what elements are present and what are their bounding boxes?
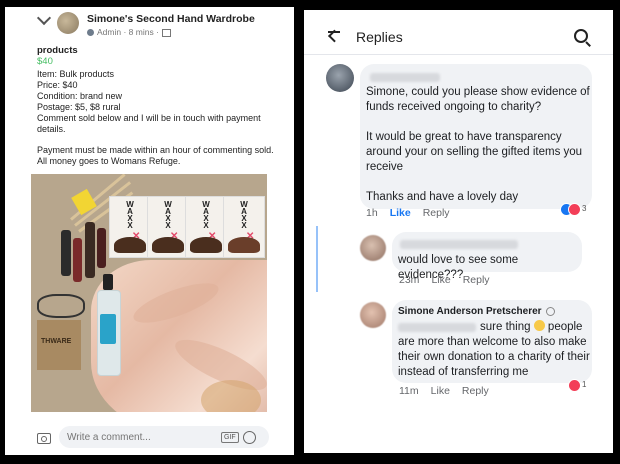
comment-bar: GIF bbox=[5, 419, 294, 455]
post-detail-line: Price: $40 bbox=[37, 80, 78, 90]
comment-actions: 11m Like Reply bbox=[399, 385, 501, 397]
post-price: $40 bbox=[37, 56, 53, 67]
post-role: Admin bbox=[97, 27, 122, 37]
gif-button[interactable]: GIF bbox=[221, 432, 239, 443]
avatar[interactable] bbox=[360, 235, 386, 261]
product-photo[interactable]: W A X X ✕ W A X X ✕ W A X X ✕ W A X X ✕ THWARE bbox=[31, 174, 267, 412]
comment-author[interactable]: Simone Anderson Pretscherer bbox=[398, 306, 555, 317]
comment-bubble: would love to see some evidence??? bbox=[392, 232, 582, 281]
avatar[interactable] bbox=[360, 302, 386, 328]
comment-bubble: Simone, could you please show evidence o… bbox=[360, 64, 592, 209]
like-button[interactable]: Like bbox=[431, 385, 450, 397]
blurred-author-name[interactable] bbox=[400, 240, 518, 249]
post-detail-line: Item: Bulk products bbox=[37, 69, 115, 79]
audience-icon bbox=[161, 28, 171, 37]
wax-box: W A X X ✕ bbox=[147, 196, 189, 258]
camera-icon[interactable] bbox=[37, 433, 51, 444]
comment-text: sure thing people bbox=[480, 320, 583, 333]
post-footer-line: Payment must be made within an hour of c… bbox=[37, 145, 274, 155]
reply-button[interactable]: Reply bbox=[423, 207, 450, 219]
reply-button[interactable]: Reply bbox=[462, 385, 489, 397]
craft-bag: THWARE bbox=[37, 320, 81, 370]
wax-box: W A X X ✕ bbox=[185, 196, 227, 258]
comment-text: Simone, could you please show evidence o… bbox=[366, 86, 590, 203]
emoji-icon[interactable] bbox=[243, 431, 256, 444]
like-button[interactable]: Like bbox=[390, 207, 411, 219]
blurred-author-name[interactable] bbox=[370, 73, 440, 82]
comment-time: 11m bbox=[399, 385, 419, 397]
thread-line bbox=[316, 226, 318, 292]
group-post-panel: Simone's Second Hand Wardrobe Admin · 8 … bbox=[5, 7, 294, 455]
post-footer-line: All money goes to Womans Refuge. bbox=[37, 156, 181, 166]
back-arrow-icon[interactable] bbox=[326, 25, 341, 43]
post-detail-line: Postage: $5, $8 rural bbox=[37, 102, 121, 112]
replies-title: Replies bbox=[356, 29, 403, 45]
smile-emoji-icon bbox=[533, 320, 545, 331]
avatar[interactable] bbox=[326, 64, 354, 92]
spray-bottle bbox=[95, 274, 121, 376]
replies-header: Replies bbox=[304, 10, 613, 55]
chevron-icon[interactable] bbox=[36, 10, 52, 26]
post-detail-line: Condition: brand new bbox=[37, 91, 123, 101]
search-icon[interactable] bbox=[574, 29, 588, 43]
wax-box: W A X X ✕ bbox=[223, 196, 265, 258]
post-detail-line: details. bbox=[37, 124, 66, 134]
reaction-count[interactable]: 3 bbox=[560, 203, 590, 217]
reaction-count[interactable]: 1 bbox=[568, 379, 592, 393]
comment-actions: 23m Like Reply bbox=[399, 274, 502, 286]
love-reaction-icon bbox=[568, 379, 581, 392]
group-name[interactable]: Simone's Second Hand Wardrobe bbox=[87, 13, 255, 25]
post-detail-line: Comment sold below and I will be in touc… bbox=[37, 113, 261, 123]
admin-badge-icon bbox=[87, 29, 94, 37]
post-title: products bbox=[37, 45, 78, 56]
love-reaction-icon bbox=[568, 203, 581, 216]
wax-box: W A X X ✕ bbox=[109, 196, 151, 258]
comment-text: are more than welcome to also make their… bbox=[398, 336, 590, 378]
like-button[interactable]: Like bbox=[431, 274, 450, 286]
comment-bubble: Simone Anderson Pretscherer sure thing p… bbox=[392, 300, 592, 383]
blurred-tagged-name[interactable] bbox=[398, 323, 476, 332]
post-header: Simone's Second Hand Wardrobe Admin · 8 … bbox=[5, 7, 294, 41]
comment-time: 23m bbox=[399, 274, 420, 286]
group-avatar[interactable] bbox=[57, 12, 79, 34]
replies-panel: Replies Simone, could you please show ev… bbox=[304, 10, 613, 453]
comment-actions: 1h Like Reply bbox=[366, 207, 462, 219]
post-meta: Admin · 8 mins · bbox=[87, 27, 171, 37]
comment-time: 1h bbox=[366, 207, 378, 219]
verified-icon bbox=[545, 306, 555, 316]
post-text: products $40 Item: Bulk products Price: … bbox=[37, 45, 274, 167]
reply-button[interactable]: Reply bbox=[463, 274, 490, 286]
post-time[interactable]: 8 mins bbox=[129, 27, 154, 37]
